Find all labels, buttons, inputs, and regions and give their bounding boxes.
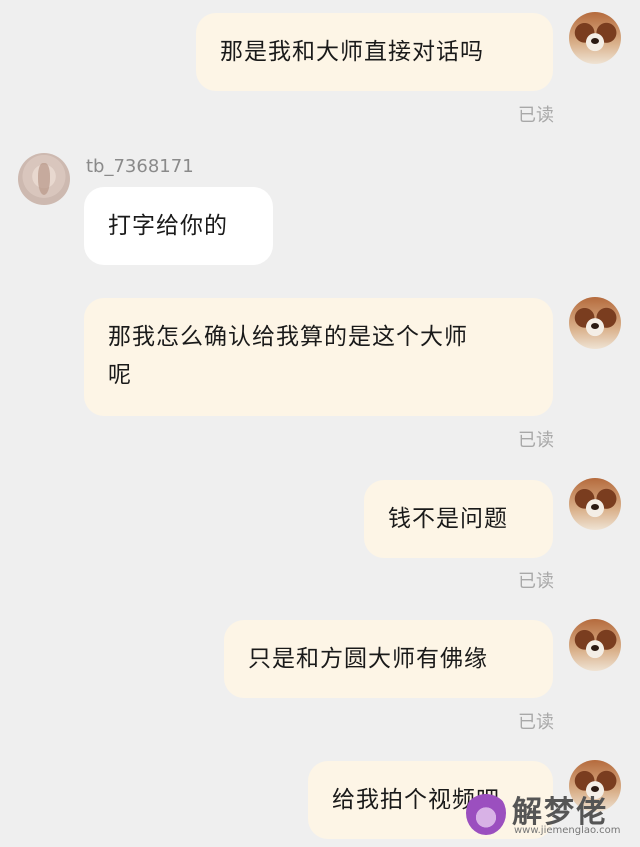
watermark-url: www.jiemenglao.com xyxy=(514,825,621,836)
message-bubble[interactable]: 那我怎么确认给我算的是这个大师 呢 xyxy=(84,298,553,416)
read-status: 已读 xyxy=(518,430,554,451)
my-avatar[interactable] xyxy=(569,12,621,64)
message-bubble[interactable]: 钱不是问题 xyxy=(364,480,553,558)
read-status: 已读 xyxy=(518,571,554,592)
my-avatar[interactable] xyxy=(569,297,621,349)
my-avatar[interactable] xyxy=(569,619,621,671)
read-status: 已读 xyxy=(518,712,554,733)
watermark-logo-icon xyxy=(466,791,506,835)
contact-username: tb_7368171 xyxy=(86,156,194,177)
my-avatar[interactable] xyxy=(569,478,621,530)
message-text: 钱不是问题 xyxy=(388,506,508,532)
message-text: 那是我和大师直接对话吗 xyxy=(220,39,484,65)
message-bubble[interactable]: 只是和方圆大师有佛缘 xyxy=(224,620,553,698)
message-text: 只是和方圆大师有佛缘 xyxy=(248,646,488,672)
watermark: 解梦佬 www.jiemenglao.com xyxy=(462,787,630,843)
read-status: 已读 xyxy=(518,105,554,126)
message-bubble[interactable]: 那是我和大师直接对话吗 xyxy=(196,13,553,91)
contact-avatar[interactable] xyxy=(18,153,70,205)
message-text-line: 呢 xyxy=(108,362,132,388)
message-text-line: 那我怎么确认给我算的是这个大师 xyxy=(108,324,468,350)
message-text: 打字给你的 xyxy=(108,213,228,239)
message-bubble[interactable]: 打字给你的 xyxy=(84,187,273,265)
